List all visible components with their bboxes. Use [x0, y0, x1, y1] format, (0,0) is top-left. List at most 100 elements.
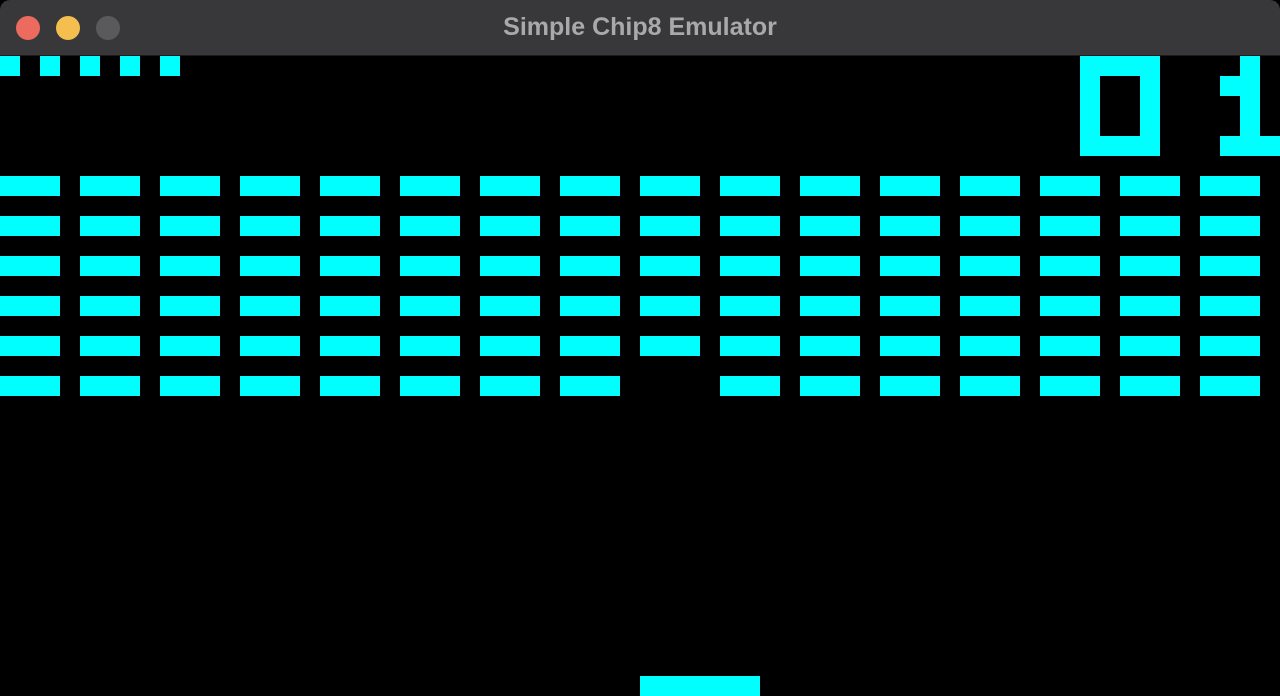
score-digit-pixel [1120, 56, 1140, 76]
brick [560, 296, 620, 316]
brick [880, 376, 940, 396]
score-digit-pixel [1240, 56, 1260, 76]
brick [1040, 216, 1100, 236]
brick [560, 216, 620, 236]
chip8-display[interactable] [0, 56, 1280, 696]
brick [640, 216, 700, 236]
brick [640, 176, 700, 196]
brick [400, 296, 460, 316]
brick [320, 176, 380, 196]
score-digit-pixel [1140, 136, 1160, 156]
brick [1120, 376, 1180, 396]
brick [720, 336, 780, 356]
brick [800, 216, 860, 236]
brick [1040, 256, 1100, 276]
score-digit-pixel [1240, 136, 1260, 156]
brick [560, 176, 620, 196]
score-digit-pixel [1080, 56, 1100, 76]
brick [1120, 176, 1180, 196]
score-digit-pixel [1100, 136, 1120, 156]
brick [80, 176, 140, 196]
brick [1200, 376, 1260, 396]
score-digit-pixel [1080, 136, 1100, 156]
brick [320, 336, 380, 356]
score-digit-pixel [1140, 76, 1160, 96]
brick [720, 296, 780, 316]
brick [960, 376, 1020, 396]
brick [480, 216, 540, 236]
brick [160, 256, 220, 276]
brick [640, 336, 700, 356]
brick [1040, 296, 1100, 316]
life-indicator [80, 56, 100, 76]
brick [1040, 376, 1100, 396]
brick [1200, 336, 1260, 356]
brick [880, 216, 940, 236]
score-digit-pixel [1240, 116, 1260, 136]
brick [480, 256, 540, 276]
score-digit-pixel [1080, 96, 1100, 116]
score-digit-pixel [1220, 76, 1240, 96]
brick [160, 376, 220, 396]
brick [1040, 336, 1100, 356]
brick [640, 256, 700, 276]
brick [1120, 336, 1180, 356]
brick [160, 216, 220, 236]
brick [560, 376, 620, 396]
brick [1120, 216, 1180, 236]
brick [1120, 296, 1180, 316]
brick [160, 296, 220, 316]
brick [1200, 296, 1260, 316]
life-indicator [0, 56, 20, 76]
brick [0, 336, 60, 356]
brick [480, 336, 540, 356]
brick [720, 216, 780, 236]
brick [400, 256, 460, 276]
brick [880, 256, 940, 276]
score-digit-pixel [1120, 136, 1140, 156]
brick [480, 176, 540, 196]
brick [240, 336, 300, 356]
brick [960, 256, 1020, 276]
life-indicator [120, 56, 140, 76]
brick [400, 336, 460, 356]
brick [880, 176, 940, 196]
brick [1200, 256, 1260, 276]
score-digit-pixel [1140, 56, 1160, 76]
brick [0, 216, 60, 236]
brick [80, 376, 140, 396]
score-digit-pixel [1220, 136, 1240, 156]
life-indicator [160, 56, 180, 76]
brick [800, 296, 860, 316]
score-digit-pixel [1080, 116, 1100, 136]
brick [320, 216, 380, 236]
brick [80, 216, 140, 236]
brick [960, 216, 1020, 236]
brick [240, 216, 300, 236]
brick [800, 336, 860, 356]
score-digit-pixel [1140, 96, 1160, 116]
brick [160, 336, 220, 356]
brick [560, 336, 620, 356]
brick [800, 176, 860, 196]
brick [960, 296, 1020, 316]
brick [1200, 216, 1260, 236]
brick [400, 216, 460, 236]
paddle [640, 676, 760, 696]
brick [0, 376, 60, 396]
brick [800, 256, 860, 276]
score-digit-pixel [1100, 56, 1120, 76]
brick [400, 176, 460, 196]
brick [880, 336, 940, 356]
brick [480, 376, 540, 396]
score-digit-pixel [1260, 136, 1280, 156]
brick [720, 376, 780, 396]
brick [0, 256, 60, 276]
brick [880, 296, 940, 316]
title-bar[interactable]: Simple Chip8 Emulator [0, 0, 1280, 56]
brick [240, 256, 300, 276]
brick [720, 176, 780, 196]
brick [240, 376, 300, 396]
brick [480, 296, 540, 316]
brick [800, 376, 860, 396]
